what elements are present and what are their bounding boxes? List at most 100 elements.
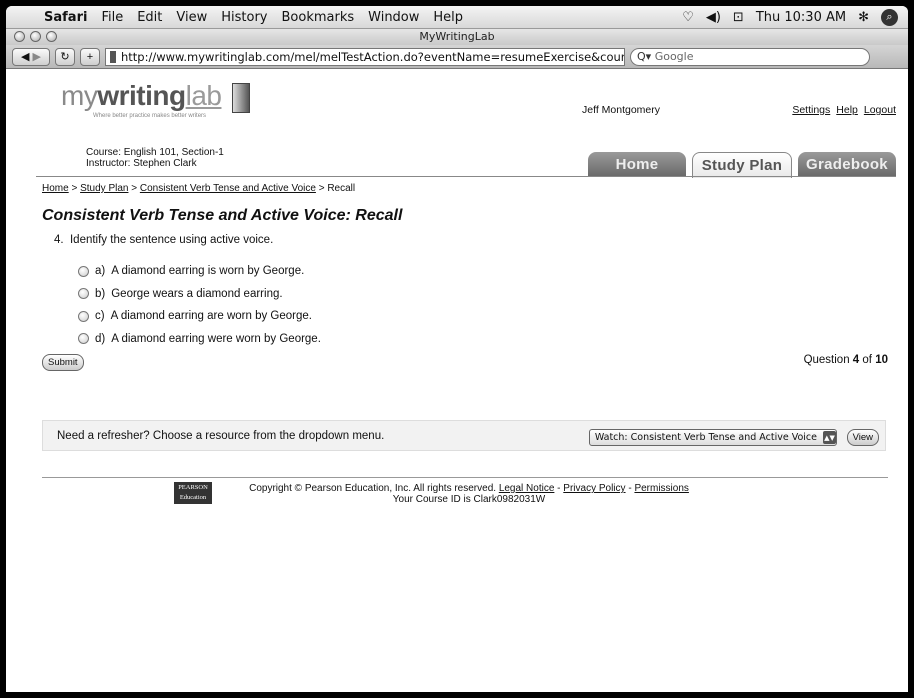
counter-current: 4 xyxy=(852,354,860,366)
menu-help[interactable]: Help xyxy=(429,10,473,25)
refresher-text: Need a refresher? Choose a resource from… xyxy=(57,430,385,442)
resource-dropdown[interactable]: Watch: Consistent Verb Tense and Active … xyxy=(588,429,837,446)
logo-writing: writing xyxy=(97,80,186,111)
counter-total: 10 xyxy=(875,354,888,366)
menu-history[interactable]: History xyxy=(217,10,277,25)
option-letter: d) xyxy=(95,332,106,345)
breadcrumb-separator: > xyxy=(318,183,325,194)
wifi-icon[interactable]: ♡ xyxy=(682,10,694,25)
menu-app[interactable]: Safari xyxy=(40,10,97,25)
tab-divider xyxy=(36,176,896,177)
address-text: http://www.mywritinglab.com/mel/melTestA… xyxy=(121,49,625,64)
counter-of: of xyxy=(862,354,872,366)
view-button[interactable]: View xyxy=(846,429,879,446)
window-title: MyWritingLab xyxy=(419,30,495,43)
favicon-icon xyxy=(110,50,116,63)
bluetooth-icon[interactable]: ✻ xyxy=(858,10,869,25)
menubar-clock[interactable]: Thu 10:30 AM xyxy=(756,10,846,25)
breadcrumb-separator: > xyxy=(131,183,138,194)
option-text: A diamond earring were worn by George. xyxy=(111,332,321,345)
resource-selected: Watch: Consistent Verb Tense and Active … xyxy=(594,432,817,443)
settings-link[interactable]: Settings xyxy=(792,104,830,116)
breadcrumb-separator: > xyxy=(71,183,78,194)
menu-view[interactable]: View xyxy=(172,10,217,25)
window-titlebar: MyWritingLab xyxy=(6,29,908,45)
help-link[interactable]: Help xyxy=(836,104,858,116)
question-number: 4. xyxy=(54,234,64,246)
option-text: A diamond earring are worn by George. xyxy=(110,310,312,323)
back-arrow-icon[interactable]: ◀ xyxy=(21,50,29,63)
top-links: Settings Help Logout xyxy=(792,104,896,116)
logout-link[interactable]: Logout xyxy=(864,104,896,116)
main-tabs: Home Study Plan Gradebook xyxy=(588,152,896,178)
radio-button-c[interactable] xyxy=(78,310,89,322)
copyright-text: Copyright © Pearson Education, Inc. All … xyxy=(249,483,497,494)
screen: Safari File Edit View History Bookmarks … xyxy=(6,6,908,692)
reload-icon: ↻ xyxy=(60,51,70,63)
answer-option-b[interactable]: b) George wears a diamond earring. xyxy=(78,283,321,306)
breadcrumb-study-plan[interactable]: Study Plan xyxy=(80,183,128,194)
page-title: Consistent Verb Tense and Active Voice: … xyxy=(42,207,403,224)
plus-icon: + xyxy=(86,50,94,63)
permissions-link[interactable]: Permissions xyxy=(634,483,688,494)
logo-lab: lab xyxy=(185,80,222,111)
address-bar[interactable]: http://www.mywritinglab.com/mel/melTestA… xyxy=(105,47,625,66)
tab-gradebook[interactable]: Gradebook xyxy=(798,152,896,176)
volume-icon[interactable]: ◀) xyxy=(706,10,721,25)
menu-file[interactable]: File xyxy=(97,10,133,25)
breadcrumb: Home > Study Plan > Consistent Verb Tens… xyxy=(42,183,355,194)
pearson-logo-line2: Education xyxy=(179,494,207,501)
menu-edit[interactable]: Edit xyxy=(133,10,172,25)
course-id: Your Course ID is Clark0982031W xyxy=(392,494,546,505)
answer-option-d[interactable]: d) A diamond earring were worn by George… xyxy=(78,328,321,351)
browser-toolbar: ◀ ▶ ↻ + http://www.mywritinglab.com/mel/… xyxy=(6,45,908,69)
option-text: A diamond earring is worn by George. xyxy=(111,265,305,278)
instructor-name: Instructor: Stephen Clark xyxy=(86,158,197,169)
tab-study-plan[interactable]: Study Plan xyxy=(692,152,792,178)
course-info: Course: English 101, Section-1 Instructo… xyxy=(86,147,224,169)
course-name: Course: English 101, Section-1 xyxy=(86,147,224,158)
pearson-education-logo: PEARSON Education xyxy=(174,482,212,504)
spotlight-icon[interactable]: ⌕ xyxy=(881,8,898,26)
option-letter: b) xyxy=(95,287,106,300)
radio-button-d[interactable] xyxy=(78,333,89,345)
user-name: Jeff Montgomery xyxy=(582,104,661,116)
menu-bookmarks[interactable]: Bookmarks xyxy=(278,10,365,25)
option-letter: c) xyxy=(95,310,105,323)
menubar: Safari File Edit View History Bookmarks … xyxy=(6,6,908,29)
option-text: George wears a diamond earring. xyxy=(111,287,283,300)
radio-button-b[interactable] xyxy=(78,288,89,300)
mywritinglab-logo[interactable]: mywritinglab Where better practice makes… xyxy=(61,80,222,119)
option-letter: a) xyxy=(95,265,106,278)
logo-tagline: Where better practice makes better write… xyxy=(93,113,207,119)
footer-divider xyxy=(42,477,888,478)
pearson-logo-line1: PEARSON xyxy=(178,484,208,491)
answer-options: a) A diamond earring is worn by George. … xyxy=(78,260,321,350)
tab-home[interactable]: Home xyxy=(588,152,686,176)
back-forward-button[interactable]: ◀ ▶ xyxy=(12,47,50,66)
refresher-panel: Need a refresher? Choose a resource from… xyxy=(42,420,886,451)
search-placeholder: Google xyxy=(654,50,694,63)
question-counter: Question 4 of 10 xyxy=(804,354,888,366)
web-page: mywritinglab Where better practice makes… xyxy=(6,70,908,692)
submit-button[interactable]: Submit xyxy=(42,354,84,371)
breadcrumb-home[interactable]: Home xyxy=(42,183,69,194)
question-text: Identify the sentence using active voice… xyxy=(69,234,274,246)
add-bookmark-button[interactable]: + xyxy=(80,47,100,66)
footer-copyright: Copyright © Pearson Education, Inc. All … xyxy=(249,483,689,505)
forward-arrow-icon[interactable]: ▶ xyxy=(33,50,41,63)
radio-button-a[interactable] xyxy=(78,265,89,277)
privacy-policy-link[interactable]: Privacy Policy xyxy=(563,483,625,494)
logo-my: my xyxy=(61,80,98,111)
legal-notice-link[interactable]: Legal Notice xyxy=(499,483,555,494)
reload-button[interactable]: ↻ xyxy=(55,47,75,66)
battery-icon[interactable]: ⊡ xyxy=(733,10,744,25)
breadcrumb-topic[interactable]: Consistent Verb Tense and Active Voice xyxy=(140,183,316,194)
answer-option-c[interactable]: c) A diamond earring are worn by George. xyxy=(78,305,321,328)
dropdown-arrows-icon: ▲▼ xyxy=(823,431,836,444)
answer-option-a[interactable]: a) A diamond earring is worn by George. xyxy=(78,260,321,283)
menu-window[interactable]: Window xyxy=(364,10,429,25)
search-field[interactable]: Q▾ Google xyxy=(630,47,870,66)
search-icon: Q▾ xyxy=(637,50,652,63)
book-icon xyxy=(232,83,250,113)
